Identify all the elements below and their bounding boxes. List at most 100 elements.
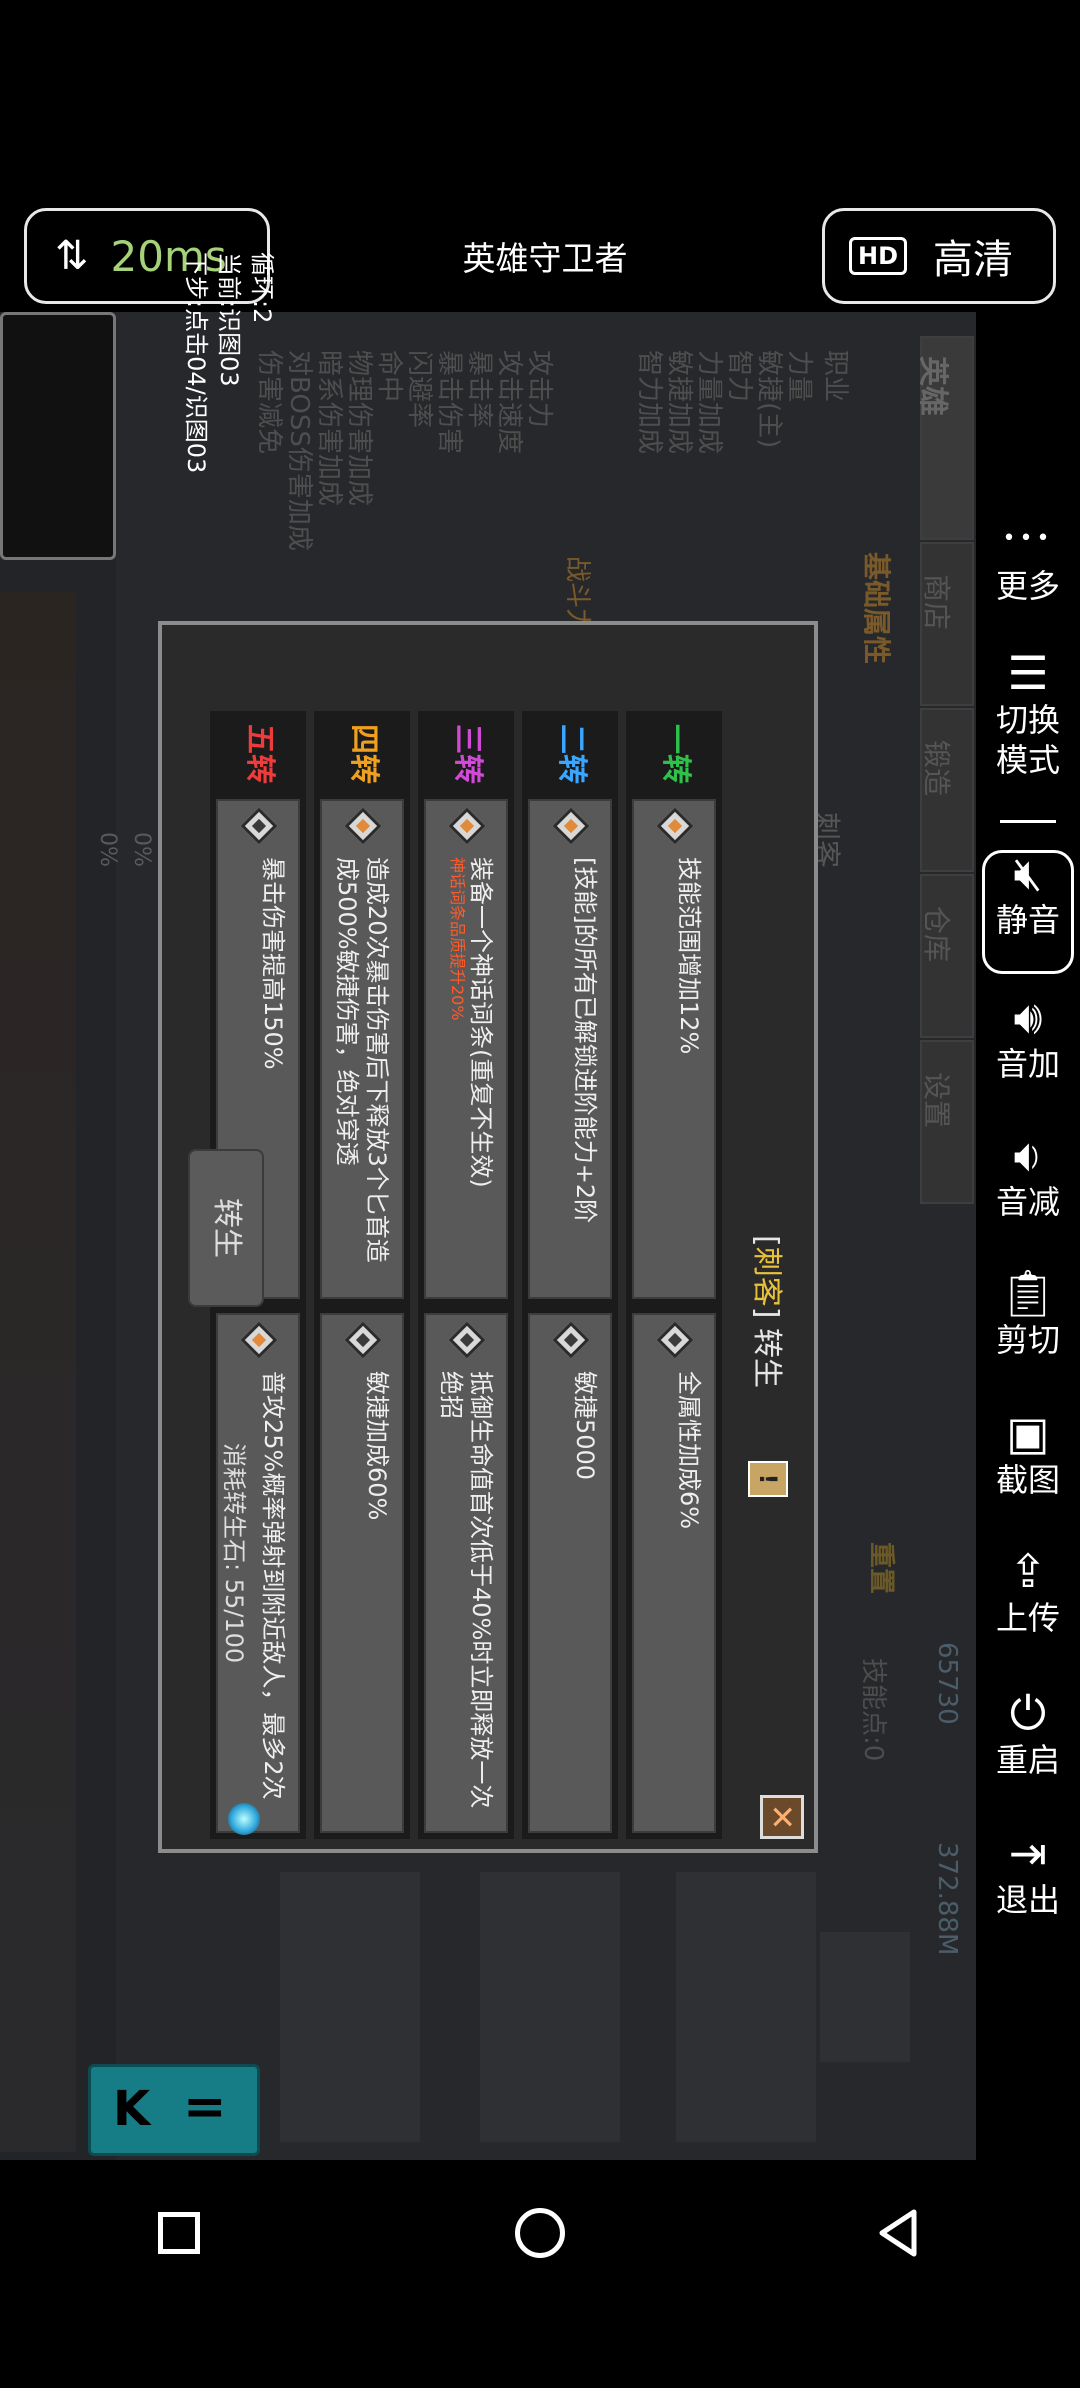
rebirth-tier-row: 四转 造成20次暴击伤害后下释放3个匕首造成500%敏捷伤害，绝对穿透 敏捷加成60…	[314, 711, 410, 1839]
toolbar-divider	[1000, 820, 1056, 823]
tab-forge-label: 锻造	[920, 740, 953, 797]
hud-menu-icon: =	[183, 2077, 227, 2137]
clipboard-icon: 📋︎	[998, 1266, 1058, 1320]
option-text: 普攻25%概率弹射到附近敌人，最多2次	[259, 1371, 287, 1800]
rebirth-stone-icon	[228, 1803, 260, 1835]
cost-text: 消耗转生石: 55/100	[220, 1443, 248, 1664]
diamond-selector-icon	[656, 807, 694, 845]
option-text: 抵御生命值首次低于40%时立即释放一次绝招	[437, 1371, 495, 1809]
quality-button[interactable]: HD 高清	[822, 208, 1056, 304]
exit-icon: ⇥	[1008, 1826, 1048, 1880]
recents-icon[interactable]	[158, 2212, 200, 2254]
rebirth-tier-row: 三转 装备一个神话词条(重复不生效) 神话词条品质提升20% 抵御生命值首次低于40%…	[418, 711, 514, 1839]
option-text: 装备一个神话词条(重复不生效)	[467, 857, 495, 1188]
cycle-line: 循环:2	[248, 252, 276, 324]
option-text: 敏捷加成60%	[363, 1371, 391, 1521]
hud-k-icon: K	[113, 2081, 151, 2137]
swap-arrows-icon: ⇅	[55, 233, 89, 279]
tier-label: 一转	[658, 724, 693, 784]
skill-card-bg-3	[280, 1872, 420, 2142]
toolbar-label: 切换 模式	[995, 701, 1060, 779]
volume-up-icon: 🔊︎	[1013, 990, 1043, 1044]
toolbar-label: 重启	[995, 1741, 1060, 1779]
toolbar-item-menu[interactable]: ☰ 切换 模式	[976, 646, 1080, 780]
close-button[interactable]: ✕	[760, 1795, 804, 1839]
toolbar-item-volume-down[interactable]: 🔉︎ 音减	[976, 1128, 1080, 1222]
tier-option-right[interactable]: 全属性加成6%	[632, 1313, 716, 1833]
stat-col-1: 职业	[820, 350, 850, 403]
diamond-selector-icon	[448, 1321, 486, 1359]
stat-int-bonus: 智力加成	[634, 350, 664, 455]
script-status-box	[0, 312, 116, 560]
upload-icon: ⇪	[1008, 1544, 1048, 1598]
diamond-selector-icon	[344, 807, 382, 845]
tier-label: 二转	[554, 724, 589, 784]
home-icon[interactable]	[515, 2208, 565, 2258]
toolbar-item-mute[interactable]: 🔇︎ 静音	[976, 846, 1080, 940]
hero-roster[interactable]	[0, 592, 76, 2152]
toolbar-label: 截图	[995, 1461, 1060, 1499]
option-subtext: 神话词条品质提升20%	[448, 857, 467, 1021]
reset-button[interactable]: 重置	[865, 1542, 902, 1594]
dialog-title: [刺客] 转生	[749, 1235, 784, 1388]
tier-option-right[interactable]: 敏捷加成60%	[320, 1313, 404, 1833]
tier-option-left[interactable]: [技能]的所有已解锁进阶能力+2阶	[528, 799, 612, 1299]
hud-toggle-button[interactable]: K =	[88, 2064, 260, 2156]
rebirth-button[interactable]: 转生	[188, 1149, 264, 1307]
back-icon[interactable]	[876, 2208, 920, 2258]
toolbar-item-exit[interactable]: ⇥ 退出	[976, 1826, 1080, 1920]
rebirth-dialog: [刺客] 转生 ! ✕ 一转技能范围增加12% 全属性加成6% 二转 [技能]的所有已…	[158, 621, 818, 1853]
rebirth-tier-row: 二转 [技能]的所有已解锁进阶能力+2阶敏捷5000	[522, 711, 618, 1839]
gold-count: 372.88M	[932, 1842, 962, 1956]
skill-points: 技能点:0	[858, 1658, 888, 1762]
info-icon[interactable]: !	[748, 1461, 788, 1497]
toolbar-item-volume-up[interactable]: 🔊︎ 音加	[976, 990, 1080, 1084]
power-icon: ⏻	[1009, 1686, 1047, 1740]
pct-a: 0%	[129, 832, 154, 867]
option-text: 暴击伤害提高150%	[259, 857, 287, 1070]
diamond-selector-icon	[552, 1321, 590, 1359]
tab-shop-label: 商店	[920, 574, 953, 631]
diamond-selector-icon	[552, 807, 590, 845]
tier-label: 五转	[242, 724, 277, 784]
option-text: [技能]的所有已解锁进阶能力+2阶	[571, 857, 599, 1224]
toolbar-label: 更多	[995, 567, 1060, 605]
next-line: 下步:点击04/识图03	[182, 252, 210, 474]
skill-card-bg-2	[480, 1872, 620, 2142]
mute-icon: 🔇︎	[1013, 846, 1043, 900]
toolbar-item-upload[interactable]: ⇪ 上传	[976, 1544, 1080, 1638]
tier-option-left[interactable]: 造成20次暴击伤害后下释放3个匕首造成500%敏捷伤害，绝对穿透	[320, 799, 404, 1299]
hd-badge: HD	[849, 237, 908, 275]
menu-icon: ☰	[1007, 646, 1049, 700]
diamond-selector-icon	[240, 1321, 278, 1359]
script-status-text: 循环:2 当前:识图03 下步:点击04/识图03	[174, 252, 278, 488]
diamond-selector-icon	[344, 1321, 382, 1359]
option-text: 全属性加成6%	[675, 1371, 703, 1530]
tier-option-left[interactable]: 装备一个神话词条(重复不生效) 神话词条品质提升20%	[424, 799, 508, 1299]
more-icon: •••	[1002, 526, 1054, 551]
rebirth-side-button[interactable]	[820, 1932, 910, 2062]
toolbar-label: 静音	[995, 901, 1060, 939]
skill-card-bg-1	[676, 1872, 816, 2142]
diamond-selector-icon	[656, 1321, 694, 1359]
option-text: 技能范围增加12%	[675, 857, 703, 1055]
toolbar-item-more[interactable]: ••• 更多	[976, 512, 1080, 606]
section-title: 基础属性	[860, 552, 893, 665]
toolbar-item-clipboard[interactable]: 📋︎ 剪切	[976, 1266, 1080, 1360]
screenshot-icon: ▣	[1006, 1406, 1050, 1460]
tier-option-right[interactable]: 敏捷5000	[528, 1313, 612, 1833]
toolbar-item-screenshot[interactable]: ▣ 截图	[976, 1406, 1080, 1500]
toolbar-item-power[interactable]: ⏻ 重启	[976, 1686, 1080, 1780]
tier-option-right[interactable]: 抵御生命值首次低于40%时立即释放一次绝招	[424, 1313, 508, 1833]
quality-label: 高清	[933, 237, 1014, 283]
toolbar-label: 音减	[995, 1183, 1060, 1221]
nav-bar	[0, 2160, 1080, 2388]
option-text: 造成20次暴击伤害后下释放3个匕首造成500%敏捷伤害，绝对穿透	[333, 857, 391, 1263]
app-title: 英雄守卫者	[462, 239, 628, 278]
tier-option-left[interactable]: 技能范围增加12%	[632, 799, 716, 1299]
toolbar-label: 音加	[995, 1045, 1060, 1083]
tab-warehouse-label: 仓库	[920, 906, 953, 963]
rebirth-tier-row: 一转技能范围增加12% 全属性加成6%	[626, 711, 722, 1839]
option-text: 敏捷5000	[571, 1371, 599, 1481]
diamond-selector-icon	[240, 807, 278, 845]
